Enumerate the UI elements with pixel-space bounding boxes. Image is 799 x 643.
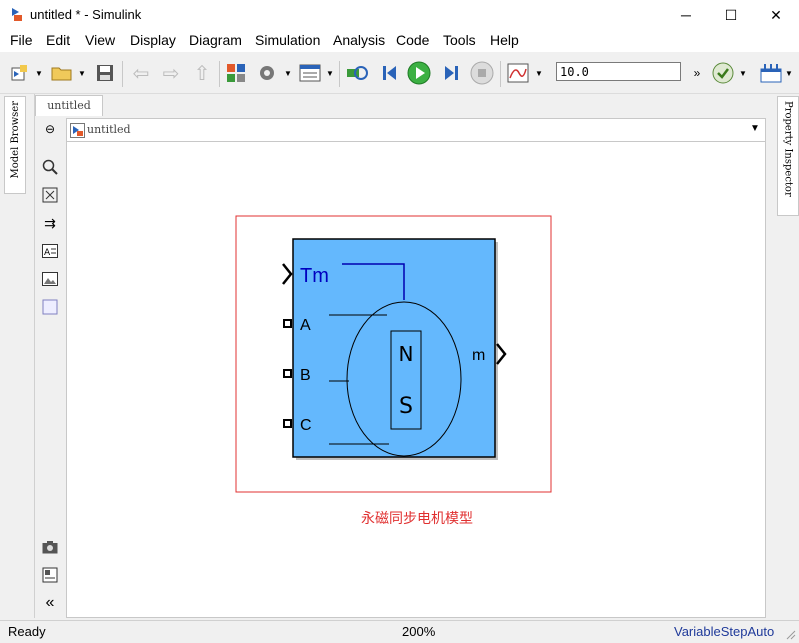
- menu-help[interactable]: Help: [490, 32, 519, 48]
- port-label-a: A: [300, 317, 311, 334]
- step-forward-icon[interactable]: [439, 61, 463, 85]
- image-icon[interactable]: [41, 270, 59, 288]
- zoom-level: 200%: [402, 624, 436, 639]
- annotation-icon[interactable]: A: [41, 242, 59, 260]
- save-icon[interactable]: [93, 61, 117, 85]
- scope-icon[interactable]: [506, 61, 530, 85]
- close-button[interactable]: ✕: [753, 0, 799, 30]
- port-label-c: C: [300, 417, 312, 434]
- resize-grip-icon[interactable]: [784, 628, 796, 640]
- chevron-down-icon[interactable]: ▼: [738, 63, 748, 83]
- rotor-north-label: N: [399, 342, 414, 366]
- check-model-icon[interactable]: [711, 61, 735, 85]
- port-label-tm: Tm: [300, 265, 329, 287]
- model-browser-label: Model Browser: [9, 101, 21, 179]
- property-inspector-tab[interactable]: Property Inspector: [777, 96, 799, 216]
- collapse-icon[interactable]: «: [41, 594, 59, 612]
- solver-link[interactable]: VariableStepAuto: [674, 624, 774, 639]
- status-bar: Ready 200% VariableStepAuto: [0, 620, 799, 643]
- gear-icon[interactable]: [255, 61, 279, 85]
- svg-text:A: A: [44, 248, 51, 258]
- fit-to-view-icon[interactable]: [41, 186, 59, 204]
- back-arrow-icon[interactable]: ⇦: [129, 61, 153, 85]
- port-label-m: m: [472, 347, 485, 364]
- new-model-icon[interactable]: [7, 61, 31, 85]
- model-browser-tab[interactable]: Model Browser: [4, 96, 26, 194]
- conn-port-c[interactable]: [283, 419, 292, 428]
- toolbar-divider: [122, 61, 123, 87]
- output-port-m[interactable]: [496, 343, 507, 365]
- tool-palette: ⊖ ⇉ A «: [36, 118, 64, 618]
- stop-time-input[interactable]: 10.0: [556, 62, 681, 81]
- status-text: Ready: [8, 624, 46, 639]
- simulink-icon: [12, 8, 22, 21]
- more-options-icon[interactable]: »: [685, 61, 709, 85]
- maximize-button[interactable]: ☐: [708, 0, 754, 30]
- forward-arrow-icon[interactable]: ⇨: [159, 61, 183, 85]
- library-browser-icon[interactable]: [224, 61, 248, 85]
- model-canvas[interactable]: N S Tm A B C m 永磁同步电机模型: [66, 142, 766, 618]
- menu-simulation[interactable]: Simulation: [255, 32, 320, 48]
- chevron-down-icon[interactable]: ▼: [534, 63, 544, 83]
- menu-display[interactable]: Display: [130, 32, 176, 48]
- breadcrumb-item[interactable]: untitled: [87, 123, 131, 136]
- toolbar-divider: [219, 61, 220, 87]
- menu-edit[interactable]: Edit: [46, 32, 70, 48]
- menu-analysis[interactable]: Analysis: [333, 32, 385, 48]
- step-back-icon[interactable]: [378, 61, 402, 85]
- minimize-button[interactable]: ─: [663, 0, 709, 30]
- chevron-down-icon[interactable]: ▼: [784, 63, 794, 83]
- block-name-label[interactable]: 永磁同步电机模型: [67, 508, 767, 528]
- rotor-south-label: S: [399, 394, 413, 419]
- screenshot-icon[interactable]: [41, 538, 59, 556]
- conn-port-b[interactable]: [283, 369, 292, 378]
- menu-file[interactable]: File: [10, 32, 33, 48]
- pmsm-block[interactable]: N S Tm A B C m: [292, 238, 498, 460]
- chevron-down-icon[interactable]: ▼: [77, 63, 87, 83]
- model-explorer-icon[interactable]: [298, 61, 322, 85]
- property-inspector-label: Property Inspector: [782, 101, 794, 197]
- menu-diagram[interactable]: Diagram: [189, 32, 242, 48]
- chevron-down-icon[interactable]: ▼: [750, 123, 760, 134]
- window-title: untitled * - Simulink: [30, 7, 142, 22]
- model-icon: [70, 123, 85, 138]
- report-icon[interactable]: [41, 566, 59, 584]
- update-diagram-icon[interactable]: [345, 61, 369, 85]
- stop-icon[interactable]: [470, 61, 494, 85]
- chevron-down-icon[interactable]: ▼: [325, 63, 335, 83]
- open-folder-icon[interactable]: [50, 61, 74, 85]
- chevron-down-icon[interactable]: ▼: [34, 63, 44, 83]
- menu-bar: File Edit View Display Diagram Simulatio…: [0, 30, 799, 52]
- conn-port-a[interactable]: [283, 319, 292, 328]
- up-arrow-icon[interactable]: ⇧: [190, 61, 214, 85]
- input-port-tm[interactable]: [282, 263, 293, 285]
- run-icon[interactable]: [407, 61, 431, 85]
- title-bar: untitled * - Simulink ─ ☐ ✕: [0, 0, 799, 30]
- toolbar-divider: [500, 61, 501, 87]
- menu-code[interactable]: Code: [396, 32, 429, 48]
- area-icon[interactable]: [41, 298, 59, 316]
- block-diagram: N S Tm A B C m: [235, 215, 552, 493]
- zoom-icon[interactable]: [41, 158, 59, 176]
- port-label-b: B: [300, 367, 311, 384]
- arrow-icon[interactable]: ⇉: [41, 214, 59, 232]
- hide-browser-icon[interactable]: ⊖: [41, 120, 59, 138]
- menu-view[interactable]: View: [85, 32, 115, 48]
- menu-tools[interactable]: Tools: [443, 32, 476, 48]
- chevron-down-icon[interactable]: ▼: [283, 63, 293, 83]
- tab-untitled[interactable]: untitled: [35, 95, 103, 116]
- breadcrumb: untitled ▼: [66, 118, 766, 142]
- toolbar-divider: [339, 61, 340, 87]
- panel-splitter[interactable]: [26, 94, 35, 618]
- data-inspector-icon[interactable]: [759, 61, 783, 85]
